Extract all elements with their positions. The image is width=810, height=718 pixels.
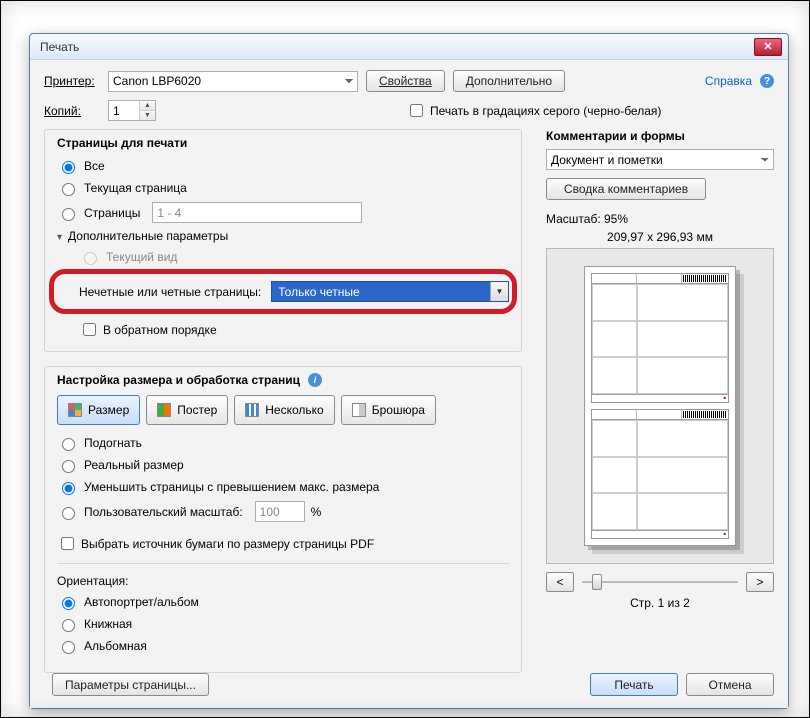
grayscale-checkbox[interactable]: Печать в градациях серого (черно-белая) [406,101,661,120]
mode-size-button[interactable]: Размер [57,395,140,425]
sizing-group: Настройка размера и обработка страниц i … [44,366,522,673]
odd-even-label: Нечетные или четные страницы: [79,285,261,299]
multiple-icon [245,403,259,417]
comments-summary-button[interactable]: Сводка комментариев [546,178,706,200]
mode-multiple-button[interactable]: Несколько [234,395,334,425]
spinner-up-icon[interactable]: ▲ [140,101,155,111]
sizing-group-title: Настройка размера и обработка страниц [57,373,300,387]
titlebar: Печать ✕ [30,34,788,60]
preview-prev-button[interactable]: < [546,572,574,592]
custom-scale-input[interactable] [255,501,305,522]
printer-select[interactable]: Canon LBP6020 [108,71,358,92]
advanced-button[interactable]: Дополнительно [453,70,565,92]
print-button[interactable]: Печать [590,673,678,696]
pages-range-radio[interactable]: Страницы [57,205,140,221]
odd-even-select[interactable]: Только четные ▼ [271,281,509,302]
actual-size-radio[interactable]: Реальный размер [57,457,509,473]
orientation-title: Ориентация: [57,574,509,588]
size-icon [68,403,82,417]
preview-slider[interactable] [580,572,740,592]
pages-to-print-group: Страницы для печати Все Текущая страница… [44,129,522,352]
orientation-auto-radio[interactable]: Автопортрет/альбом [57,594,509,610]
custom-scale-radio[interactable]: Пользовательский масштаб: [57,504,243,520]
scale-label: Масштаб: 95% [546,212,774,226]
copies-input[interactable] [109,101,139,120]
page-indicator: Стр. 1 из 2 [546,596,774,610]
shrink-radio[interactable]: Уменьшить страницы с превышением макс. р… [57,479,509,495]
current-view-radio[interactable]: Текущий вид [79,249,509,265]
preview-next-button[interactable]: > [746,572,774,592]
reverse-order-checkbox[interactable]: В обратном порядке [79,320,217,339]
fit-radio[interactable]: Подогнать [57,435,509,451]
pages-current-radio[interactable]: Текущая страница [57,180,509,196]
properties-button[interactable]: Свойства [366,70,445,92]
preview-dimensions: 209,97 x 296,93 мм [546,230,774,244]
pages-range-input[interactable] [152,202,362,223]
copies-spinner[interactable]: ▲▼ [108,100,156,121]
window-title: Печать [40,40,754,54]
booklet-icon [352,403,366,417]
help-icon[interactable]: ? [760,74,774,88]
help-link[interactable]: Справка [705,74,752,88]
pages-group-title: Страницы для печати [57,136,509,150]
paper-source-checkbox[interactable]: Выбрать источник бумаги по размеру стран… [57,534,374,553]
comments-select[interactable]: Документ и пометки [546,149,774,170]
spinner-down-icon[interactable]: ▼ [140,111,155,120]
mode-booklet-button[interactable]: Брошюра [341,395,436,425]
poster-icon [157,403,171,417]
orientation-portrait-radio[interactable]: Книжная [57,616,509,632]
more-options-toggle[interactable]: Дополнительные параметры [57,229,509,243]
chevron-down-icon: ▼ [490,282,508,301]
comments-group-title: Комментарии и формы [546,129,774,143]
page-setup-button[interactable]: Параметры страницы... [52,673,209,696]
info-icon[interactable]: i [308,373,322,387]
cancel-button[interactable]: Отмена [686,673,774,696]
pages-all-radio[interactable]: Все [57,158,509,174]
close-button[interactable]: ✕ [754,38,782,56]
mode-poster-button[interactable]: Постер [146,395,228,425]
print-preview: ■ ■ [546,248,774,564]
printer-label: Принтер: [44,74,100,88]
copies-label: Копий: [44,104,100,118]
orientation-landscape-radio[interactable]: Альбомная [57,638,509,654]
